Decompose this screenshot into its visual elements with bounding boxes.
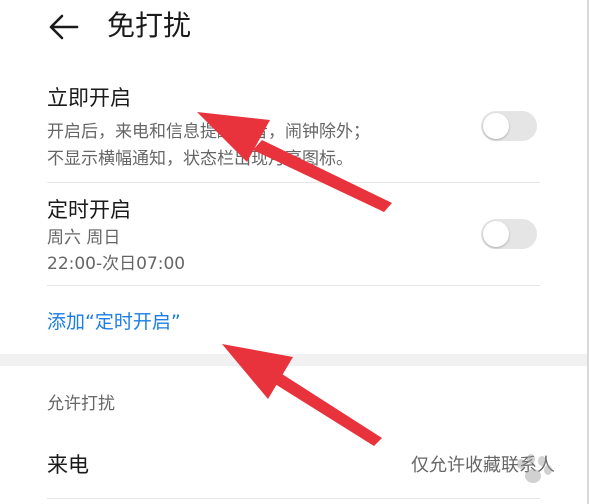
- scheduled-days: 周六 周日: [47, 228, 121, 248]
- app-header: 免打扰: [0, 0, 589, 56]
- immediate-row[interactable]: 立即开启 开启后，来电和信息提醒静音，闹钟除外； 不显示横幅通知，状态栏出现月亮…: [47, 82, 540, 178]
- allow-section-header: 允许打扰: [47, 394, 115, 414]
- toggle-knob: [483, 221, 509, 247]
- arrow-left-icon: [49, 14, 79, 40]
- immediate-toggle[interactable]: [481, 111, 537, 141]
- divider: [47, 182, 540, 183]
- immediate-desc-line2: 不显示横幅通知，状态栏出现月亮图标。: [47, 149, 353, 169]
- scheduled-row[interactable]: 定时开启 周六 周日 22:00-次日07:00: [47, 194, 540, 280]
- toggle-knob: [483, 113, 509, 139]
- section-separator: [0, 354, 589, 366]
- scheduled-toggle[interactable]: [481, 219, 537, 249]
- calls-label[interactable]: 来电: [47, 451, 89, 479]
- immediate-desc-line1: 开启后，来电和信息提醒静音，闹钟除外；: [47, 122, 370, 142]
- immediate-title: 立即开启: [47, 86, 131, 110]
- add-schedule-link[interactable]: 添加“定时开启”: [47, 308, 181, 336]
- divider: [47, 285, 540, 286]
- do-not-disturb-screen: 免打扰 立即开启 开启后，来电和信息提醒静音，闹钟除外； 不显示横幅通知，状态栏…: [0, 0, 589, 504]
- page-title: 免打扰: [107, 9, 192, 42]
- back-button[interactable]: [46, 10, 82, 44]
- watermark-paw-icon: [517, 454, 552, 483]
- divider: [47, 498, 540, 499]
- scheduled-time-range: 22:00-次日07:00: [47, 254, 186, 274]
- scheduled-title: 定时开启: [47, 198, 131, 222]
